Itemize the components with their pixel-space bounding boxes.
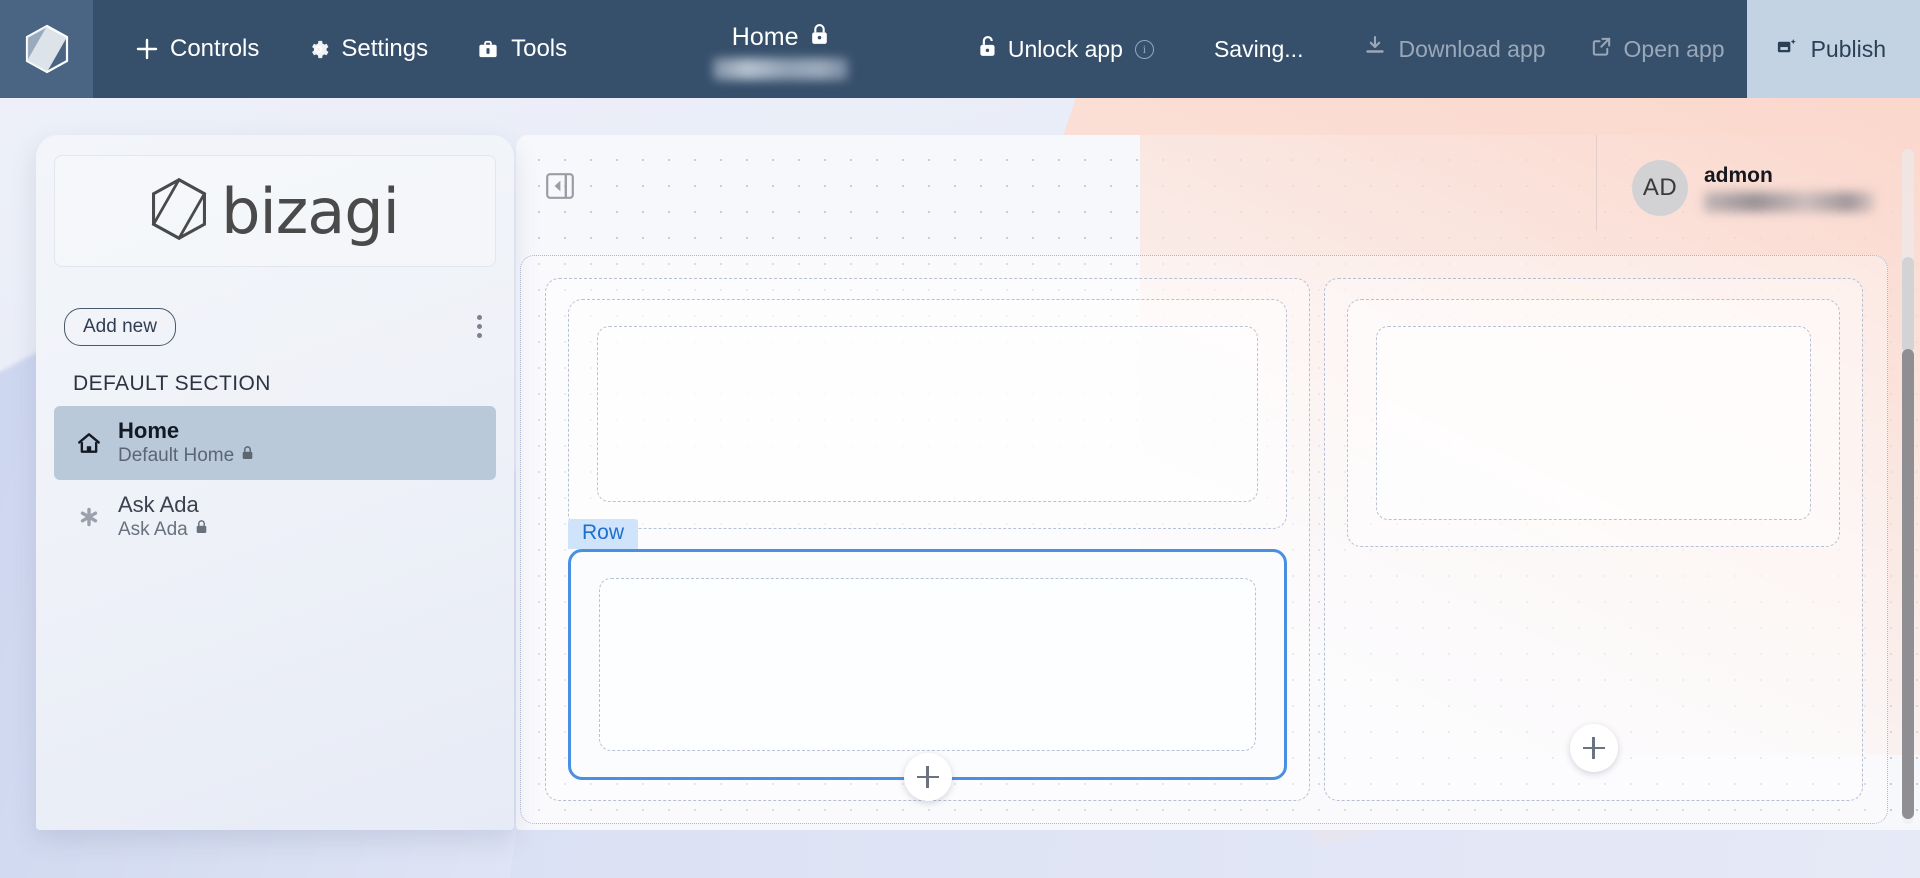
avatar: AD [1632, 160, 1688, 216]
selection-tag: Row [568, 519, 639, 550]
canvas-scrollbar[interactable] [1902, 149, 1914, 824]
layout-column-left[interactable]: Row [545, 278, 1310, 801]
bizagi-hexagon-logo-icon [151, 177, 207, 246]
add-new-button[interactable]: Add new [64, 307, 176, 346]
unlock-app-button[interactable]: Unlock app i [956, 0, 1176, 98]
user-meta: admon [1704, 164, 1874, 212]
page-subtitle-redacted [713, 57, 849, 80]
add-row-button-right[interactable] [1569, 724, 1618, 772]
sidebar-item-ask-ada-subtitle-label: Ask Ada [118, 519, 188, 541]
canvas-scrollbar-track-upper [1902, 257, 1914, 353]
app-toolbar: Controls Settings Tools Home Unlock app … [0, 0, 1920, 98]
user-chip-divider [1596, 135, 1597, 231]
add-row-button-left[interactable] [903, 753, 952, 801]
toolbar-actions: Unlock app i Saving... Download app Open… [956, 0, 1920, 98]
kebab-dot [477, 333, 482, 338]
lock-closed-icon [810, 23, 829, 51]
toolbar-item-settings-label: Settings [341, 35, 429, 62]
app-logo-card: bizagi [54, 155, 496, 267]
lock-closed-icon [195, 519, 208, 542]
user-name: admon [1704, 164, 1773, 187]
canvas-scrollbar-thumb[interactable] [1902, 349, 1914, 819]
save-status: Saving... [1176, 0, 1342, 98]
toolbar-nav: Controls Settings Tools [93, 0, 587, 98]
sidebar-item-home-subtitle: Default Home [118, 445, 254, 468]
page-title: Home [731, 22, 799, 51]
toolbar-item-settings[interactable]: Settings [287, 25, 448, 73]
kebab-dot [477, 315, 482, 320]
lock-closed-icon [241, 445, 254, 468]
sidebar-item-ask-ada-title: Ask Ada [118, 492, 199, 518]
app-logo-text: bizagi [221, 174, 400, 248]
collapse-panel-left-icon[interactable] [546, 173, 574, 199]
more-vertical-icon[interactable] [467, 307, 492, 346]
brand-logo-button[interactable] [0, 0, 93, 98]
external-link-icon [1590, 35, 1613, 64]
sidebar-item-home-title: Home [118, 418, 180, 443]
kebab-dot [477, 324, 482, 329]
user-email-redacted [1704, 192, 1874, 212]
toolbar-item-controls[interactable]: Controls [115, 25, 279, 73]
unlock-app-label: Unlock app [1007, 35, 1123, 62]
publish-icon [1775, 35, 1798, 64]
empty-widget-slot[interactable] [1376, 326, 1811, 520]
current-page-title-block: Home [713, 0, 849, 98]
page-list: Home Default Home Ask Ada Ask Ada [54, 406, 496, 554]
layout-cell-right-top[interactable] [1347, 299, 1840, 547]
sidebar-item-home[interactable]: Home Default Home [54, 406, 496, 481]
panel-toolbar: Add new [54, 307, 496, 346]
toolbar-item-controls-label: Controls [170, 35, 260, 62]
publish-label: Publish [1810, 35, 1886, 62]
home-icon [76, 431, 102, 455]
empty-widget-slot[interactable] [597, 326, 1258, 503]
user-profile-chip[interactable]: AD admon [1596, 135, 1874, 231]
page-layout-container[interactable]: Row [520, 255, 1888, 824]
toolbar-item-tools[interactable]: Tools [456, 25, 587, 73]
gear-icon [307, 38, 330, 61]
sidebar-item-home-subtitle-label: Default Home [118, 445, 235, 467]
toolbar-item-tools-label: Tools [511, 35, 568, 62]
info-icon[interactable]: i [1134, 39, 1154, 59]
sidebar-item-ask-ada-text: Ask Ada Ask Ada [118, 492, 208, 542]
toolbox-icon [476, 38, 500, 61]
design-canvas: AD admon Row [516, 135, 1920, 830]
layout-cell-left-top[interactable] [568, 299, 1287, 530]
asterisk-icon [76, 505, 102, 529]
download-app-button[interactable]: Download app [1341, 0, 1567, 98]
sidebar-item-ask-ada[interactable]: Ask Ada Ask Ada [54, 480, 496, 554]
download-app-label: Download app [1398, 35, 1546, 62]
save-status-label: Saving... [1213, 35, 1304, 62]
layout-column-right[interactable] [1324, 278, 1863, 801]
publish-button[interactable]: Publish [1746, 0, 1920, 98]
bizagi-hexagon-logo-icon [25, 24, 69, 74]
plus-icon [135, 37, 159, 61]
open-app-button[interactable]: Open app [1568, 0, 1747, 98]
sidebar-item-home-text: Home Default Home [118, 418, 254, 468]
page-navigator-panel: bizagi Add new DEFAULT SECTION Home Defa… [36, 135, 514, 830]
lock-open-icon [978, 34, 998, 64]
open-app-label: Open app [1623, 35, 1725, 62]
layout-row-selected[interactable]: Row [568, 519, 1287, 801]
sidebar-item-ask-ada-subtitle: Ask Ada [118, 519, 208, 542]
empty-widget-slot[interactable] [599, 578, 1256, 751]
download-icon [1363, 34, 1387, 64]
section-label: DEFAULT SECTION [73, 372, 271, 395]
